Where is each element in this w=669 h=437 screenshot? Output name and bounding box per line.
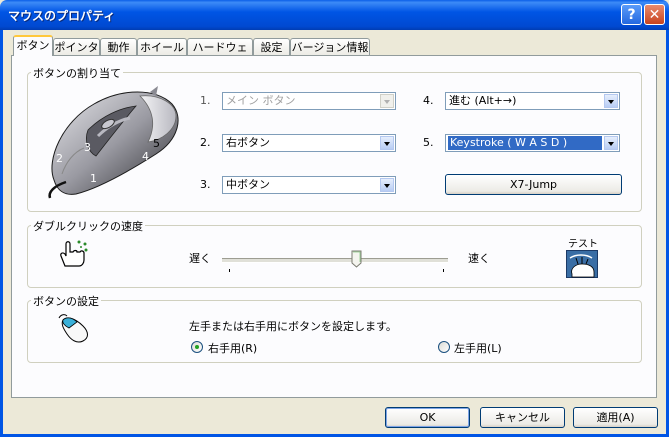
button-5-select[interactable]: Keystroke ( W A S D ) (445, 134, 620, 152)
double-click-group (27, 225, 642, 288)
title-bar[interactable]: マウスのプロパティ ? ✕ (0, 0, 669, 30)
chevron-down-icon (380, 94, 394, 108)
speed-slow-label: 遅く (189, 252, 211, 265)
button-2-value: 右ボタン (226, 136, 270, 149)
button-5-value: Keystroke ( W A S D ) (448, 136, 602, 150)
left-hand-label[interactable]: 左手用(L) (454, 340, 502, 356)
tab-version-info[interactable]: バージョン情報 (290, 38, 370, 55)
tab-hardware[interactable]: ハードウェア (187, 38, 253, 71)
slider-tick-max (443, 269, 444, 272)
speed-fast-label: 速く (468, 252, 490, 265)
button-3-value: 中ボタン (226, 178, 270, 191)
test-area-icon[interactable] (566, 250, 598, 278)
button-4-number: 4. (423, 94, 434, 107)
button-assign-legend: ボタンの割り当て (31, 65, 123, 81)
speed-slider-thumb[interactable] (351, 250, 362, 268)
mouse-label-3: 3 (84, 141, 91, 154)
apply-button[interactable]: 適用(A) (573, 407, 658, 428)
button-config-description: 左手または右手用にボタンを設定します。 (189, 320, 397, 333)
tab-pointer[interactable]: ポインタ (53, 38, 100, 55)
help-button[interactable]: ? (621, 4, 642, 25)
button-1-number: 1. (200, 94, 211, 107)
right-hand-radio[interactable] (191, 341, 203, 353)
button-5-number: 5. (423, 136, 434, 149)
chevron-down-icon (604, 136, 618, 150)
ok-button[interactable]: OK (385, 407, 470, 428)
button-1-value: メイン ボタン (226, 94, 296, 107)
button-3-number: 3. (200, 178, 211, 191)
mouse-label-1: 1 (90, 172, 97, 185)
test-area-label: テスト (568, 239, 598, 250)
mouse-label-5: 5 (153, 137, 160, 150)
button-2-select[interactable]: 右ボタン (222, 134, 396, 152)
mouse-hand-config-icon (58, 314, 88, 343)
pointer-hand-icon (60, 240, 88, 267)
right-hand-label[interactable]: 右手用(R) (208, 340, 257, 356)
window-title: マウスのプロパティ (8, 9, 116, 23)
chevron-down-icon (604, 94, 618, 108)
cancel-button[interactable]: キャンセル (480, 407, 565, 428)
tab-wheel[interactable]: ホイール (137, 38, 187, 55)
chevron-down-icon (380, 136, 394, 150)
tab-buttons[interactable]: ボタン (13, 35, 53, 56)
button-2-number: 2. (200, 136, 211, 149)
mouse-illustration (48, 86, 179, 199)
speed-slider-track[interactable] (222, 258, 448, 263)
mouse-label-4: 4 (142, 150, 149, 163)
button-4-value: 進む (Alt+→) (449, 94, 517, 107)
double-click-legend: ダブルクリックの速度 (31, 218, 145, 234)
x7-jump-button[interactable]: X7-Jump (445, 174, 622, 195)
button-config-legend: ボタンの設定 (31, 293, 101, 309)
left-hand-radio[interactable] (438, 341, 450, 353)
tab-motion[interactable]: 動作 (100, 38, 137, 55)
chevron-down-icon (380, 178, 394, 192)
slider-tick-min (229, 269, 230, 272)
mouse-label-2: 2 (56, 152, 63, 165)
button-1-select[interactable]: メイン ボタン (222, 92, 396, 110)
tab-settings[interactable]: 設定 (253, 38, 290, 55)
button-3-select[interactable]: 中ボタン (222, 176, 396, 194)
button-4-select[interactable]: 進む (Alt+→) (445, 92, 620, 110)
close-button[interactable]: ✕ (644, 4, 665, 25)
